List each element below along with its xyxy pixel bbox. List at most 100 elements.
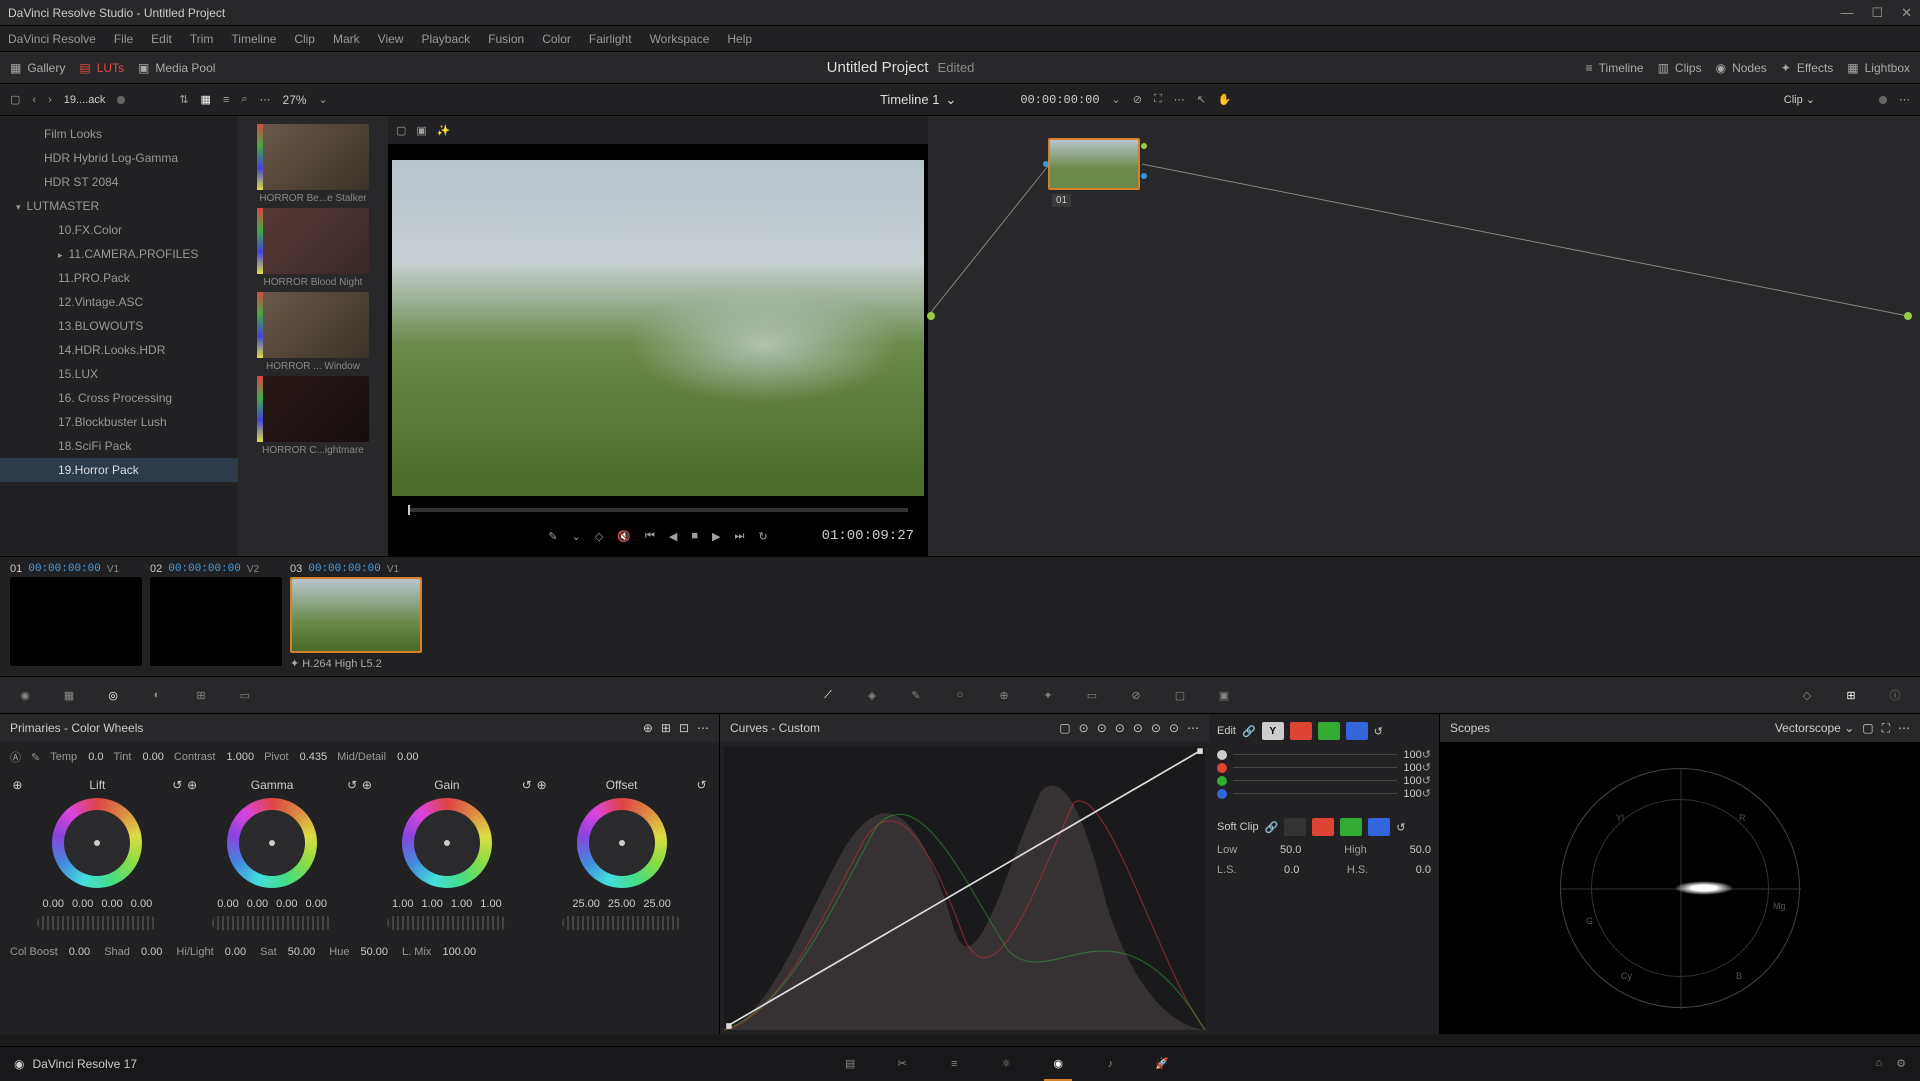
lut-tree-item[interactable]: 16. Cross Processing bbox=[0, 386, 238, 410]
close-icon[interactable]: ✕ bbox=[1901, 5, 1912, 21]
sc-reset-icon[interactable]: ↺ bbox=[1396, 821, 1405, 834]
menu-davinci-resolve[interactable]: DaVinci Resolve bbox=[8, 32, 96, 46]
intensity-row[interactable]: 100↺ bbox=[1217, 748, 1431, 761]
lut-tree-item[interactable]: 14.HDR.Looks.HDR bbox=[0, 338, 238, 362]
high-value[interactable]: 50.0 bbox=[1410, 844, 1431, 856]
lut-tree-item[interactable]: 15.LUX bbox=[0, 362, 238, 386]
auto-balance-icon[interactable]: Ⓐ bbox=[10, 749, 21, 765]
list-view-icon[interactable]: ≡ bbox=[223, 94, 229, 106]
lut-tree-item[interactable]: 12.Vintage.ASC bbox=[0, 290, 238, 314]
viewer-scrubber[interactable] bbox=[408, 508, 908, 512]
magic-mask-icon[interactable]: ✦ bbox=[1037, 684, 1059, 706]
hilight-param[interactable]: Hi/Light 0.00 bbox=[176, 946, 246, 958]
color-wheels-icon[interactable]: ◎ bbox=[102, 684, 124, 706]
expand-icon[interactable]: ⛶ bbox=[1154, 93, 1162, 106]
lut-thumb[interactable]: HORROR C...ightmare bbox=[246, 376, 380, 456]
lut-tree-item[interactable]: 17.Blockbuster Lush bbox=[0, 410, 238, 434]
lmix-param[interactable]: L. Mix 100.00 bbox=[402, 946, 476, 958]
wheel-gain[interactable]: ⊕Gain↺1.001.001.001.00 bbox=[362, 778, 532, 930]
shad-param[interactable]: Shad 0.00 bbox=[104, 946, 162, 958]
curves-icon[interactable]: ⟋ bbox=[817, 684, 839, 706]
bypass-icon[interactable]: ⊘ bbox=[1133, 93, 1142, 106]
menu-help[interactable]: Help bbox=[727, 32, 752, 46]
pointer-icon[interactable]: ↖ bbox=[1197, 93, 1206, 106]
low-value[interactable]: 50.0 bbox=[1280, 844, 1301, 856]
lut-tree-item[interactable]: 19.Horror Pack bbox=[0, 458, 238, 482]
menu-color[interactable]: Color bbox=[542, 32, 571, 46]
clip-02[interactable]: 0200:00:00:00V2 bbox=[150, 563, 282, 670]
lut-tree-item[interactable]: 10.FX.Color bbox=[0, 218, 238, 242]
3d-icon[interactable]: ▣ bbox=[1213, 684, 1235, 706]
picker-chevron-icon[interactable]: ⌄ bbox=[572, 530, 581, 543]
play-icon[interactable]: ▶ bbox=[712, 530, 720, 543]
ls-value[interactable]: 0.0 bbox=[1284, 864, 1299, 876]
luts-button[interactable]: ▤ LUTs bbox=[79, 61, 124, 75]
lut-thumbnails[interactable]: HORROR Be...e StalkerHORROR Blood NightH… bbox=[238, 116, 388, 556]
hs-value[interactable]: 0.0 bbox=[1416, 864, 1431, 876]
keyframe-icon[interactable]: ◇ bbox=[1796, 684, 1818, 706]
hue-param[interactable]: Hue 50.00 bbox=[329, 946, 388, 958]
scope-layout-icon[interactable]: ▢ bbox=[1862, 721, 1873, 736]
middetail-param[interactable]: Mid/Detail 0.00 bbox=[337, 751, 418, 763]
lut-tree-item[interactable]: LUTMASTER bbox=[0, 194, 238, 218]
menu-timeline[interactable]: Timeline bbox=[231, 32, 276, 46]
cut-page-icon[interactable]: ✂ bbox=[888, 1053, 916, 1075]
minimize-icon[interactable]: — bbox=[1840, 5, 1853, 21]
home-icon[interactable]: ⌂ bbox=[1875, 1057, 1882, 1070]
hdr-wheels-icon[interactable]: ◐ bbox=[146, 684, 168, 706]
contrast-param[interactable]: Contrast 1.000 bbox=[174, 751, 254, 763]
viewer-tool-1-icon[interactable]: ▢ bbox=[396, 124, 406, 137]
key-icon[interactable]: ⊘ bbox=[1125, 684, 1147, 706]
info-icon[interactable]: ⓘ bbox=[1884, 684, 1906, 706]
sizing-icon[interactable]: ▢ bbox=[1169, 684, 1191, 706]
picker-tool-icon[interactable]: ✎ bbox=[31, 751, 40, 764]
intensity-row[interactable]: 100↺ bbox=[1217, 761, 1431, 774]
lut-tree-item[interactable]: 11.PRO.Pack bbox=[0, 266, 238, 290]
menu-view[interactable]: View bbox=[378, 32, 404, 46]
hand-icon[interactable]: ✋ bbox=[1218, 93, 1232, 106]
lut-tree-item[interactable]: 18.SciFi Pack bbox=[0, 434, 238, 458]
primaries-prev-icon[interactable]: ⊕ bbox=[643, 721, 653, 735]
tracker-icon[interactable]: ⊕ bbox=[993, 684, 1015, 706]
back-icon[interactable]: ‹ bbox=[32, 94, 36, 106]
picker-icon[interactable]: ✎ bbox=[548, 530, 557, 543]
curves-more-icon[interactable]: ⋯ bbox=[1187, 721, 1199, 735]
lut-tree-item[interactable]: 13.BLOWOUTS bbox=[0, 314, 238, 338]
node-01[interactable] bbox=[1048, 138, 1140, 190]
mute-icon[interactable]: 🔇 bbox=[617, 530, 631, 543]
next-clip-icon[interactable]: ⏭ bbox=[734, 530, 744, 543]
menu-edit[interactable]: Edit bbox=[151, 32, 172, 46]
node-graph[interactable]: 01 bbox=[928, 116, 1920, 556]
lut-thumb[interactable]: HORROR Blood Night bbox=[246, 208, 380, 288]
menu-workspace[interactable]: Workspace bbox=[650, 32, 710, 46]
primaries-more-icon[interactable]: ⋯ bbox=[697, 721, 709, 735]
timeline-button[interactable]: ≡ Timeline bbox=[1586, 61, 1644, 75]
wheel-offset[interactable]: ⊕Offset↺25.0025.0025.00 bbox=[537, 778, 707, 930]
menu-mark[interactable]: Mark bbox=[333, 32, 360, 46]
more-icon[interactable]: ⋯ bbox=[260, 93, 271, 106]
curves-mode1-icon[interactable]: ▢ bbox=[1059, 721, 1070, 735]
edit-r-button[interactable] bbox=[1290, 722, 1312, 740]
curves-mode4-icon[interactable]: ⊙ bbox=[1115, 721, 1125, 735]
lut-tree-item[interactable]: Film Looks bbox=[0, 122, 238, 146]
intensity-row[interactable]: 100↺ bbox=[1217, 787, 1431, 800]
stop-icon[interactable]: ■ bbox=[691, 530, 698, 542]
viewer-wand-icon[interactable]: ✨ bbox=[437, 124, 451, 137]
edit-page-icon[interactable]: ≡ bbox=[940, 1053, 968, 1075]
sidebar-toggle-icon[interactable]: ▢ bbox=[10, 93, 20, 106]
mediapool-button[interactable]: ▣ Media Pool bbox=[138, 61, 215, 75]
viewer[interactable]: ✎ ⌄ ◇ 🔇 ⏮ ◀ ■ ▶ ⏭ ↻ 01:00:09:27 bbox=[388, 144, 928, 556]
clip-01[interactable]: 0100:00:00:00V1 bbox=[10, 563, 142, 670]
lut-tree-item[interactable]: HDR ST 2084 bbox=[0, 170, 238, 194]
lightbox-button[interactable]: ▦ Lightbox bbox=[1847, 61, 1910, 75]
effects-button[interactable]: ✦ Effects bbox=[1781, 61, 1834, 75]
primaries-mode1-icon[interactable]: ⊞ bbox=[661, 721, 671, 735]
edit-y-button[interactable]: Y bbox=[1262, 722, 1284, 740]
curves-mode6-icon[interactable]: ⊙ bbox=[1151, 721, 1161, 735]
window-icon[interactable]: ○ bbox=[949, 684, 971, 706]
colboost-param[interactable]: Col Boost 0.00 bbox=[10, 946, 90, 958]
menu-clip[interactable]: Clip bbox=[294, 32, 315, 46]
step-back-icon[interactable]: ◀ bbox=[669, 530, 677, 543]
lut-tree-item[interactable]: 11.CAMERA.PROFILES bbox=[0, 242, 238, 266]
link-icon[interactable]: 🔗 bbox=[1242, 725, 1256, 738]
